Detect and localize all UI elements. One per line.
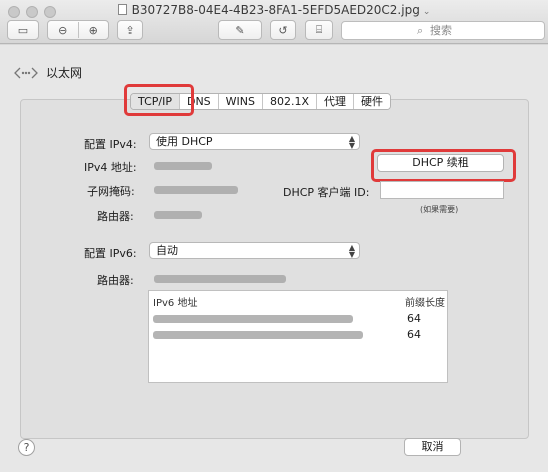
ipv4-router-label: 路由器: [97,210,134,223]
ipv6-address-table: IPv6 地址 前缀长度 64 64 [148,290,448,383]
subnet-mask-value-redacted [154,186,238,194]
prefix-length: 64 [407,328,421,341]
zoom-out-icon: ⊖ [58,23,68,37]
table-row[interactable]: 64 [149,311,449,326]
ipv6-config-value: 自动 [156,244,178,257]
share-button[interactable]: ⇪ [117,20,143,40]
sidebar-toggle-button[interactable]: ▭ [7,20,39,40]
dhcp-client-id-label: DHCP 客户端 ID: [283,186,370,199]
ipv4-router-value-redacted [154,211,202,219]
document-icon [117,4,127,15]
sidebar-icon: ▭ [17,23,29,37]
zoom-out-button[interactable]: ⊖ [48,24,78,37]
tab-wins[interactable]: WINS [218,94,264,109]
renew-button-highlight [371,149,516,182]
zoom-button-group: ⊖ ⊕ [47,20,109,40]
ipv6-address-redacted [153,331,363,339]
title-chevron-icon[interactable]: ⌄ [423,7,431,17]
ipv4-address-value-redacted [154,162,212,170]
table-header-prefix: 前缀长度 [405,298,445,309]
ipv4-config-select[interactable]: 使用 DHCP ▲ ▼ [149,133,360,150]
zoom-in-icon: ⊕ [88,23,98,37]
share-icon: ⇪ [125,23,135,37]
network-preferences: 以太网 TCP/IP DNS WINS 802.1X 代理 硬件 配置 IPv4… [0,45,548,472]
ipv4-address-label: IPv4 地址: [84,161,137,174]
select-arrows-icon: ▲ ▼ [348,243,355,259]
ipv6-router-label: 路由器: [97,274,134,287]
prefix-length: 64 [407,312,421,325]
markup-button[interactable]: ✎ [218,20,262,40]
toolbox-icon: ⌸ [315,23,323,36]
window-toolbar: B30727B8-04E4-4B23-8FA1-5EFD5AED20C2.jpg… [0,0,548,44]
page-title: 以太网 [46,66,83,80]
tab-8021x[interactable]: 802.1X [263,94,318,109]
search-icon: ⌕ [417,24,424,37]
ipv4-config-label: 配置 IPv4: [84,138,137,151]
page-header: 以太网 [14,64,82,81]
ipv6-config-label: 配置 IPv6: [84,247,137,260]
dhcp-client-id-field[interactable] [380,181,504,199]
search-input[interactable] [430,22,540,39]
window-title: B30727B8-04E4-4B23-8FA1-5EFD5AED20C2.jpg [131,3,420,17]
client-id-hint: (如果需要) [420,205,459,214]
select-arrows-icon: ▲ ▼ [348,134,355,150]
help-button[interactable]: ? [18,439,35,456]
toolbox-button[interactable]: ⌸ [305,20,333,40]
ipv6-address-redacted [153,315,353,323]
tcpip-tab-highlight [124,84,194,116]
rotate-icon: ↺ [278,23,288,37]
cancel-button[interactable]: 取消 [404,438,461,456]
ipv6-router-value-redacted [154,275,286,283]
ipv6-config-select[interactable]: 自动 ▲ ▼ [149,242,360,259]
network-icon [14,66,38,80]
search-field[interactable]: ⌕ [341,21,545,40]
rotate-button[interactable]: ↺ [270,20,296,40]
markup-icon: ✎ [235,23,245,37]
tab-proxy[interactable]: 代理 [317,94,355,109]
zoom-in-button[interactable]: ⊕ [79,24,109,37]
tab-hardware[interactable]: 硬件 [354,94,391,109]
subnet-mask-label: 子网掩码: [87,185,135,198]
table-header-address: IPv6 地址 [153,298,198,309]
window-title-bar: B30727B8-04E4-4B23-8FA1-5EFD5AED20C2.jpg… [0,3,548,17]
ipv4-config-value: 使用 DHCP [156,135,213,148]
table-row[interactable]: 64 [149,327,449,342]
